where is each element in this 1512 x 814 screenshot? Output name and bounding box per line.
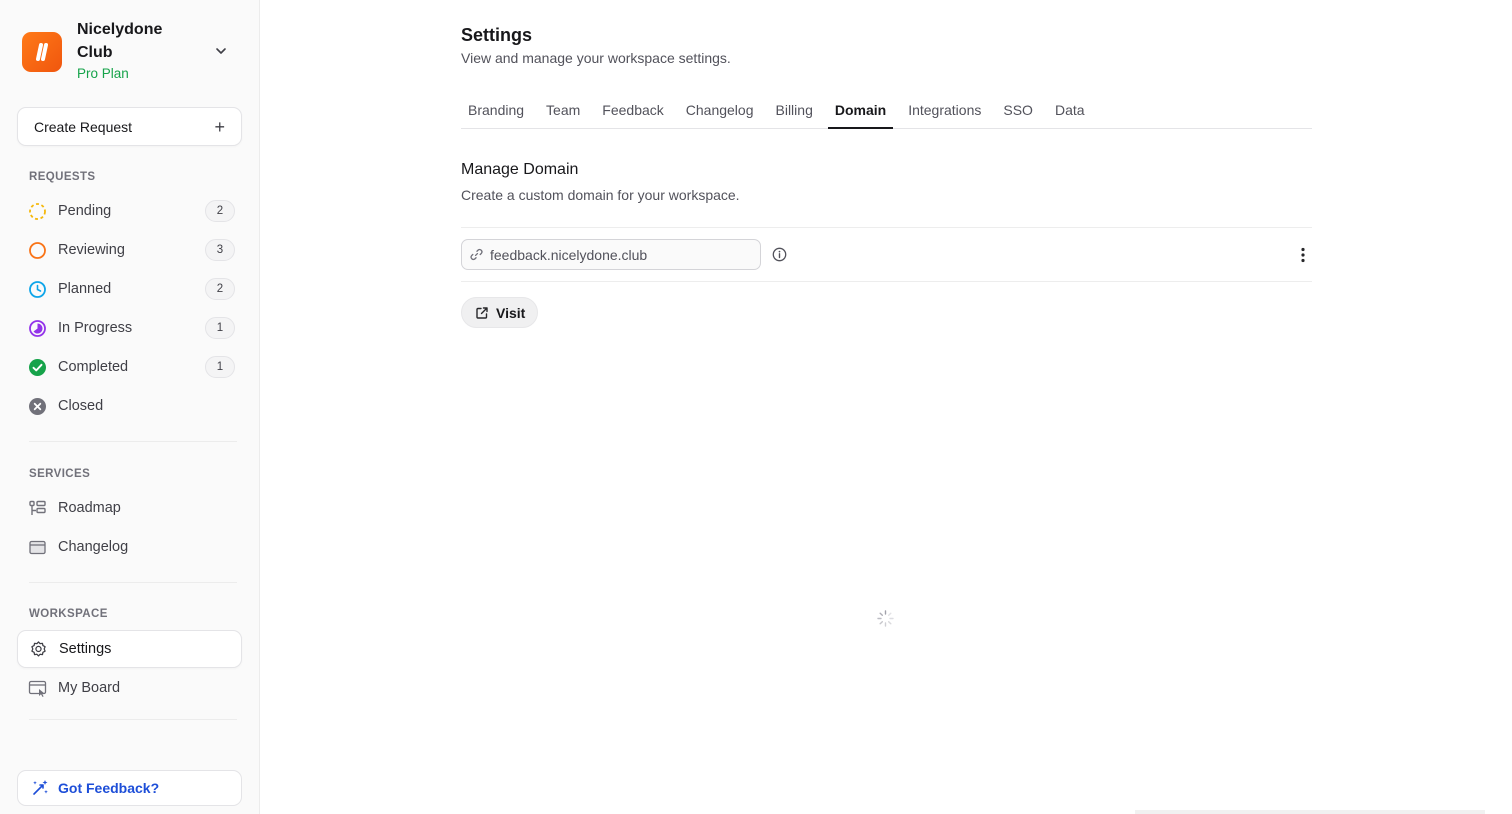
tab-domain[interactable]: Domain bbox=[827, 96, 894, 129]
sidebar-item-pending[interactable]: Pending 2 bbox=[17, 192, 242, 230]
section-subtitle: Create a custom domain for your workspac… bbox=[461, 187, 740, 203]
sparkle-megaphone-icon bbox=[33, 780, 48, 795]
workspace-plan: Pro Plan bbox=[77, 66, 129, 81]
got-feedback-button[interactable]: Got Feedback? bbox=[17, 770, 242, 806]
requests-section-label: REQUESTS bbox=[29, 171, 96, 183]
workspace-section-label: WORKSPACE bbox=[29, 608, 108, 620]
create-request-button[interactable]: Create Request + bbox=[17, 107, 242, 146]
info-icon[interactable] bbox=[772, 247, 787, 262]
reviewing-circle-icon bbox=[28, 241, 47, 260]
got-feedback-label: Got Feedback? bbox=[58, 780, 160, 796]
divider bbox=[461, 227, 1312, 228]
planned-clock-icon bbox=[28, 280, 47, 299]
divider bbox=[29, 719, 237, 720]
workspace-switcher[interactable]: Nicelydone Club Pro Plan bbox=[22, 18, 238, 84]
count-badge: 3 bbox=[205, 239, 235, 261]
sidebar-item-my-board[interactable]: My Board bbox=[17, 669, 242, 707]
tab-data[interactable]: Data bbox=[1048, 96, 1092, 128]
sidebar-item-label: My Board bbox=[58, 680, 121, 696]
divider bbox=[29, 441, 237, 442]
domain-input[interactable]: feedback.nicelydone.club bbox=[461, 239, 761, 270]
count-badge: 2 bbox=[205, 278, 235, 300]
visit-button[interactable]: Visit bbox=[461, 297, 538, 328]
changelog-folder-icon bbox=[28, 538, 47, 557]
closed-x-circle-icon bbox=[28, 397, 47, 416]
sidebar-item-label: In Progress bbox=[58, 320, 133, 336]
chevron-down-icon[interactable] bbox=[214, 44, 228, 58]
divider bbox=[29, 582, 237, 583]
page-title: Settings bbox=[461, 25, 533, 45]
sidebar-item-label: Roadmap bbox=[58, 500, 121, 516]
sidebar-item-reviewing[interactable]: Reviewing 3 bbox=[17, 231, 242, 269]
sidebar-item-in-progress[interactable]: In Progress 1 bbox=[17, 309, 242, 347]
page-subtitle: View and manage your workspace settings. bbox=[461, 50, 731, 66]
sidebar-item-settings[interactable]: Settings bbox=[17, 630, 242, 668]
sidebar-item-closed[interactable]: Closed bbox=[17, 387, 242, 425]
board-icon bbox=[28, 679, 47, 698]
domain-value: feedback.nicelydone.club bbox=[490, 246, 648, 263]
settings-tabs: Branding Team Feedback Changelog Billing… bbox=[461, 96, 1312, 129]
plus-icon: + bbox=[214, 116, 225, 137]
pending-dashed-circle-icon bbox=[28, 202, 47, 221]
count-badge: 1 bbox=[205, 317, 235, 339]
count-badge: 2 bbox=[205, 200, 235, 222]
loading-spinner-icon bbox=[877, 610, 894, 627]
section-title: Manage Domain bbox=[461, 161, 579, 178]
tab-billing[interactable]: Billing bbox=[769, 96, 820, 128]
count-badge: 1 bbox=[205, 356, 235, 378]
roadmap-icon bbox=[28, 499, 47, 518]
sidebar-item-roadmap[interactable]: Roadmap bbox=[17, 489, 242, 527]
divider bbox=[461, 281, 1312, 282]
sidebar-item-completed[interactable]: Completed 1 bbox=[17, 348, 242, 386]
external-link-icon bbox=[476, 306, 488, 319]
sidebar-item-label: Settings bbox=[59, 641, 112, 657]
sidebar-item-label: Completed bbox=[58, 359, 129, 375]
tab-branding[interactable]: Branding bbox=[461, 96, 531, 128]
tab-team[interactable]: Team bbox=[539, 96, 587, 128]
in-progress-half-circle-icon bbox=[28, 319, 47, 338]
gear-icon bbox=[29, 640, 48, 659]
tab-sso[interactable]: SSO bbox=[996, 96, 1040, 128]
sidebar-item-label: Pending bbox=[58, 203, 112, 219]
completed-check-circle-icon bbox=[28, 358, 47, 377]
more-vertical-icon[interactable] bbox=[1295, 246, 1311, 264]
services-section-label: SERVICES bbox=[29, 468, 91, 480]
sidebar-item-label: Reviewing bbox=[58, 242, 125, 258]
sidebar-item-changelog[interactable]: Changelog bbox=[17, 528, 242, 566]
tab-integrations[interactable]: Integrations bbox=[901, 96, 988, 128]
tab-changelog[interactable]: Changelog bbox=[679, 96, 761, 128]
sidebar-item-label: Changelog bbox=[58, 539, 129, 555]
tab-feedback[interactable]: Feedback bbox=[595, 96, 670, 128]
link-icon bbox=[470, 248, 483, 261]
sidebar-item-label: Planned bbox=[58, 281, 112, 297]
sidebar-item-label: Closed bbox=[58, 398, 104, 414]
bottom-strip bbox=[1135, 810, 1485, 814]
sidebar: Nicelydone Club Pro Plan Create Request … bbox=[0, 0, 260, 814]
create-request-label: Create Request bbox=[34, 118, 133, 135]
workspace-logo bbox=[22, 32, 62, 72]
sidebar-item-planned[interactable]: Planned 2 bbox=[17, 270, 242, 308]
visit-label: Visit bbox=[496, 304, 526, 321]
workspace-name: Nicelydone Club bbox=[77, 21, 163, 61]
